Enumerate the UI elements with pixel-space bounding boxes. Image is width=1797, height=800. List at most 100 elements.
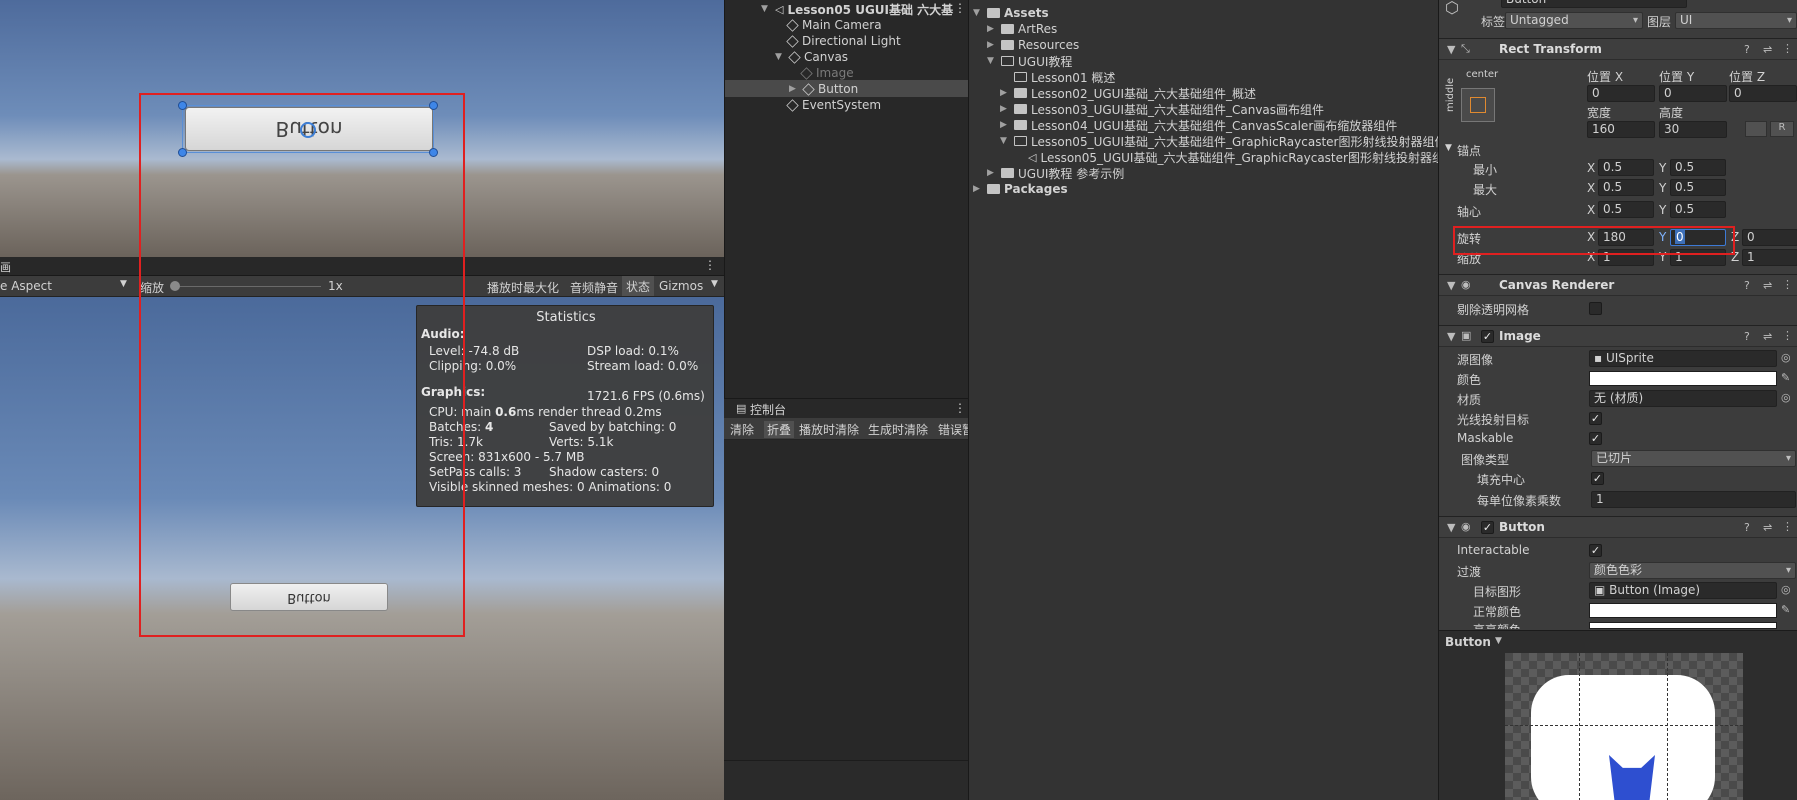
source-image-field[interactable]: ▪ UISprite xyxy=(1589,350,1777,367)
expand-arrow-icon[interactable]: ▼ xyxy=(1000,136,1010,146)
anchor-min-y-field[interactable]: 0.5 xyxy=(1670,159,1726,176)
game-tab[interactable]: 画 xyxy=(0,259,11,275)
hierarchy-item-main-camera[interactable]: Main Camera xyxy=(786,17,882,33)
normal-color-swatch[interactable] xyxy=(1589,603,1777,618)
expand-arrow-icon[interactable]: ▼ xyxy=(761,4,771,14)
highlight-color-swatch[interactable] xyxy=(1589,622,1777,629)
rotation-z-field[interactable]: 0 xyxy=(1742,229,1797,246)
scene-root[interactable]: ▼ ◁ Lesson05 UGUI基础 六大基 xyxy=(761,1,953,17)
pos-y-field[interactable]: 0 xyxy=(1659,85,1727,102)
image-header[interactable]: ▼ ▣ ✓ Image ? ⇌ ⋮ xyxy=(1439,325,1797,347)
material-field[interactable]: 无 (材质) xyxy=(1589,390,1777,407)
layer-dropdown[interactable]: UI xyxy=(1675,12,1797,29)
console-log-area[interactable] xyxy=(724,440,968,760)
chevron-down-icon[interactable]: ▼ xyxy=(711,279,718,289)
maximize-on-play-toggle[interactable]: 播放时最大化 xyxy=(487,279,559,296)
expand-arrow-icon[interactable]: ▼ xyxy=(1447,330,1455,343)
folder-lesson02[interactable]: ▶ Lesson02_UGUI基础_六大基础组件_概述 xyxy=(1000,85,1256,101)
button-header[interactable]: ▼ ◉ ✓ Button ? ⇌ ⋮ xyxy=(1439,516,1797,538)
hierarchy-item-image[interactable]: Image xyxy=(800,65,854,81)
aspect-dropdown[interactable]: e Aspect xyxy=(0,279,52,293)
color-swatch[interactable] xyxy=(1589,371,1777,386)
fill-center-checkbox[interactable]: ✓ xyxy=(1591,472,1604,485)
expand-arrow-icon[interactable]: ▼ xyxy=(973,8,983,18)
expand-arrow-icon[interactable]: ▼ xyxy=(775,52,785,62)
folder-resources[interactable]: ▶ Resources xyxy=(987,37,1079,53)
clear-on-build-toggle[interactable]: 生成时清除 xyxy=(868,421,928,438)
folder-lesson05[interactable]: ▼ Lesson05_UGUI基础_六大基础组件_GraphicRaycaster… xyxy=(1000,133,1438,149)
more-icon[interactable]: ⋮ xyxy=(954,401,966,415)
width-field[interactable]: 160 xyxy=(1587,121,1655,138)
pixels-per-unit-field[interactable]: 1 xyxy=(1591,491,1796,508)
hierarchy-item-button[interactable]: ▶ Button xyxy=(789,81,858,97)
more-icon[interactable]: ⋮ xyxy=(954,1,966,15)
image-type-dropdown[interactable]: 已切片 xyxy=(1591,450,1796,467)
tag-dropdown[interactable]: Untagged xyxy=(1505,12,1643,29)
height-field[interactable]: 30 xyxy=(1659,121,1727,138)
expand-arrow-icon[interactable]: ▶ xyxy=(1000,88,1010,98)
expand-arrow-icon[interactable]: ▼ xyxy=(1445,143,1452,153)
collapse-toggle[interactable]: 折叠 xyxy=(764,421,795,438)
expand-arrow-icon[interactable]: ▶ xyxy=(1000,120,1010,130)
raw-edit-button[interactable]: R xyxy=(1770,121,1794,137)
clear-on-play-toggle[interactable]: 播放时清除 xyxy=(799,421,859,438)
maskable-checkbox[interactable]: ✓ xyxy=(1589,432,1602,445)
expand-arrow-icon[interactable]: ▶ xyxy=(973,184,983,194)
expand-arrow-icon[interactable]: ▼ xyxy=(1447,43,1455,56)
more-icon[interactable]: ⋮ xyxy=(1782,278,1793,291)
expand-arrow-icon[interactable]: ▼ xyxy=(1447,279,1455,292)
anchor-max-y-field[interactable]: 0.5 xyxy=(1670,179,1726,196)
raycast-target-checkbox[interactable]: ✓ xyxy=(1589,412,1602,425)
object-picker-icon[interactable]: ◎ xyxy=(1781,351,1791,364)
gizmos-toggle[interactable]: Gizmos xyxy=(659,279,703,293)
cull-transparent-checkbox[interactable] xyxy=(1589,302,1602,315)
scale-z-field[interactable]: 1 xyxy=(1742,249,1797,266)
help-icon[interactable]: ? xyxy=(1744,43,1750,56)
expand-arrow-icon[interactable]: ▶ xyxy=(789,84,799,94)
rect-transform-header[interactable]: ▼ ⤡ Rect Transform ? ⇌ ⋮ xyxy=(1439,38,1797,60)
expand-arrow-icon[interactable]: ▼ xyxy=(987,56,997,66)
pos-x-field[interactable]: 0 xyxy=(1587,85,1655,102)
interactable-checkbox[interactable]: ✓ xyxy=(1589,544,1602,557)
button-enabled-checkbox[interactable]: ✓ xyxy=(1481,521,1494,534)
anchor-max-x-field[interactable]: 0.5 xyxy=(1598,179,1654,196)
more-icon[interactable]: ⋮ xyxy=(1782,520,1793,533)
folder-lesson04[interactable]: ▶ Lesson04_UGUI基础_六大基础组件_CanvasScaler画布缩放… xyxy=(1000,117,1397,133)
expand-arrow-icon[interactable]: ▼ xyxy=(1447,521,1455,534)
target-graphic-field[interactable]: ▣ Button (Image) xyxy=(1589,582,1777,599)
expand-arrow-icon[interactable]: ▶ xyxy=(1000,104,1010,114)
more-icon[interactable]: ⋮ xyxy=(704,258,716,272)
pivot-y-field[interactable]: 0.5 xyxy=(1670,201,1726,218)
preview-title[interactable]: Button xyxy=(1445,635,1491,649)
hierarchy-item-canvas[interactable]: ▼ Canvas xyxy=(775,49,848,65)
error-pause-toggle[interactable]: 错误暂 xyxy=(938,421,968,438)
folder-assets[interactable]: ▼ Assets xyxy=(973,5,1049,21)
object-name-field[interactable]: Button xyxy=(1501,0,1687,8)
hierarchy-item-eventsystem[interactable]: EventSystem xyxy=(786,97,881,113)
preset-icon[interactable]: ⇌ xyxy=(1763,43,1772,56)
scene-asset-lesson05[interactable]: ◁ Lesson05_UGUI基础_六大基础组件_GraphicRaycaster… xyxy=(1028,149,1438,165)
folder-artres[interactable]: ▶ ArtRes xyxy=(987,21,1057,37)
preset-icon[interactable]: ⇌ xyxy=(1763,279,1772,292)
chevron-down-icon[interactable]: ▼ xyxy=(120,279,127,289)
folder-lesson01[interactable]: Lesson01 概述 xyxy=(1014,69,1115,85)
help-icon[interactable]: ? xyxy=(1744,330,1750,343)
transition-dropdown[interactable]: 颜色色彩 xyxy=(1589,562,1796,579)
anchor-min-x-field[interactable]: 0.5 xyxy=(1598,159,1654,176)
more-icon[interactable]: ⋮ xyxy=(1782,329,1793,342)
folder-lesson03[interactable]: ▶ Lesson03_UGUI基础_六大基础组件_Canvas画布组件 xyxy=(1000,101,1324,117)
expand-arrow-icon[interactable]: ▶ xyxy=(987,40,997,50)
eyedropper-icon[interactable]: ✎ xyxy=(1781,603,1790,616)
pos-z-field[interactable]: 0 xyxy=(1729,85,1797,102)
preset-icon[interactable]: ⇌ xyxy=(1763,330,1772,343)
object-picker-icon[interactable]: ◎ xyxy=(1781,583,1791,596)
eyedropper-icon[interactable]: ✎ xyxy=(1781,371,1790,384)
folder-ugui-examples[interactable]: ▶ UGUI教程 参考示例 xyxy=(987,165,1124,181)
pivot-x-field[interactable]: 0.5 xyxy=(1598,201,1654,218)
expand-arrow-icon[interactable]: ▶ xyxy=(987,24,997,34)
canvas-renderer-header[interactable]: ▼ ◉ Canvas Renderer ? ⇌ ⋮ xyxy=(1439,274,1797,296)
image-enabled-checkbox[interactable]: ✓ xyxy=(1481,330,1494,343)
clear-button[interactable]: 清除 xyxy=(730,421,754,438)
more-icon[interactable]: ⋮ xyxy=(1782,42,1793,55)
chevron-down-icon[interactable]: ▼ xyxy=(1495,636,1502,646)
